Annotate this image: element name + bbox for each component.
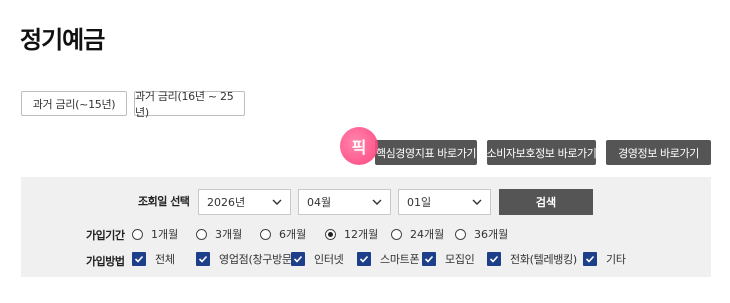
date-select-label: 조회일 선택: [138, 195, 190, 208]
month-select[interactable]: 04월: [298, 189, 391, 215]
chevron-down-icon: [472, 199, 482, 205]
radio-selected-icon: [325, 228, 336, 240]
radio-icon: [455, 228, 466, 240]
period-radio-12m[interactable]: 12개월: [325, 228, 379, 241]
checkbox-label: 기타: [606, 253, 626, 266]
radio-icon: [260, 228, 271, 240]
checkbox-checked-icon: [487, 252, 501, 266]
checkbox-label: 모집인: [445, 253, 475, 266]
day-select[interactable]: 01일: [398, 189, 491, 215]
checkbox-label: 전화(텔레뱅킹): [510, 253, 577, 266]
checkbox-checked-icon: [291, 252, 305, 266]
consumer-protection-info-link-button[interactable]: 소비자보호정보 바로가기: [486, 140, 597, 165]
page-title: 정기예금: [20, 26, 105, 54]
past-rates-until-15-button[interactable]: 과거 금리(~15년): [21, 91, 127, 116]
management-info-link-button[interactable]: 경영정보 바로가기: [606, 140, 711, 165]
day-select-value: 01일: [407, 196, 432, 209]
radio-label: 1개월: [151, 228, 179, 241]
checkbox-label: 전체: [155, 253, 175, 266]
method-checkbox-recruiter[interactable]: 모집인: [422, 252, 475, 266]
pick-badge-icon: 픽: [340, 127, 378, 165]
method-checkbox-branch[interactable]: 영업점(창구방문): [196, 252, 296, 266]
key-management-indicators-link-button[interactable]: 핵심경영지표 바로가기: [375, 140, 477, 165]
method-checkbox-telebanking[interactable]: 전화(텔레뱅킹): [487, 252, 577, 266]
period-radio-36m[interactable]: 36개월: [455, 228, 509, 241]
radio-icon: [391, 228, 402, 240]
period-radio-1m[interactable]: 1개월: [132, 228, 179, 241]
month-select-value: 04월: [307, 196, 332, 209]
radio-icon: [132, 228, 143, 240]
period-label: 가입기간: [86, 229, 125, 242]
period-radio-24m[interactable]: 24개월: [391, 228, 445, 241]
period-radio-3m[interactable]: 3개월: [196, 228, 243, 241]
radio-label: 6개월: [279, 228, 307, 241]
checkbox-checked-icon: [196, 252, 210, 266]
search-button[interactable]: 검색: [499, 189, 593, 215]
radio-label: 24개월: [410, 228, 445, 241]
checkbox-label: 스마트폰: [380, 253, 420, 266]
method-checkbox-internet[interactable]: 인터넷: [291, 252, 344, 266]
radio-label: 36개월: [474, 228, 509, 241]
chevron-down-icon: [372, 199, 382, 205]
past-rates-16-25-button[interactable]: 과거 금리(16년 ~ 25년): [134, 90, 245, 119]
period-radio-6m[interactable]: 6개월: [260, 228, 307, 241]
checkbox-checked-icon: [357, 252, 371, 266]
method-checkbox-all[interactable]: 전체: [132, 252, 175, 266]
checkbox-checked-icon: [583, 252, 597, 266]
checkbox-label: 영업점(창구방문): [219, 253, 296, 266]
checkbox-checked-icon: [422, 252, 436, 266]
method-checkbox-other[interactable]: 기타: [583, 252, 626, 266]
method-label: 가입방법: [86, 255, 125, 268]
method-checkbox-smartphone[interactable]: 스마트폰: [357, 252, 420, 266]
radio-label: 12개월: [344, 228, 379, 241]
radio-icon: [196, 228, 207, 240]
checkbox-checked-icon: [132, 252, 146, 266]
year-select[interactable]: 2026년: [198, 189, 291, 215]
checkbox-label: 인터넷: [314, 253, 344, 266]
chevron-down-icon: [272, 199, 282, 205]
year-select-value: 2026년: [207, 196, 246, 209]
radio-label: 3개월: [215, 228, 243, 241]
